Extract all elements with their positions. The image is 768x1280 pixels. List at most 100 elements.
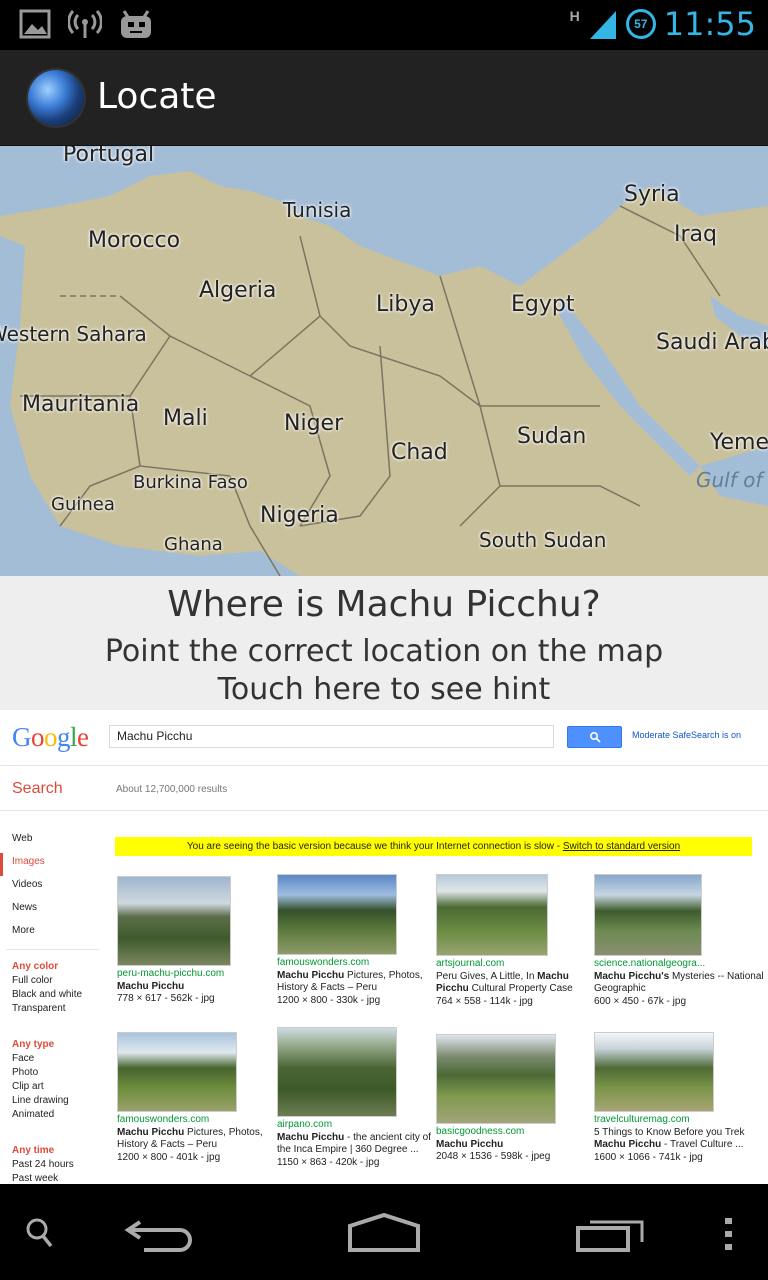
map[interactable]: Portugal Tunisia Syria Morocco Iraq Alge… — [0, 146, 768, 576]
nav-images[interactable]: Images — [0, 853, 105, 876]
map-geography — [0, 146, 768, 576]
result-domain[interactable]: peru-machu-picchu.com — [117, 968, 277, 981]
map-label-niger: Niger — [284, 411, 344, 436]
time-filter-title[interactable]: Any time — [0, 1144, 105, 1158]
android-debug-icon — [121, 10, 151, 38]
hint-button[interactable]: Touch here to see hint — [0, 672, 768, 707]
result-thumbnail[interactable] — [117, 1032, 237, 1112]
result-domain[interactable]: basicgoodness.com — [436, 1126, 596, 1139]
app-title: Locate — [97, 76, 217, 117]
result-title-bold: Machu Picchu's — [594, 970, 670, 982]
nav-more[interactable]: More — [0, 922, 105, 945]
type-filter: Any type Face Photo Clip art Line drawin… — [0, 1038, 105, 1122]
result-domain[interactable]: travelculturemag.com — [594, 1114, 764, 1127]
signal-icon — [589, 11, 616, 39]
result-meta: 1200 × 800 - 330k - jpg — [277, 994, 381, 1006]
result-meta: 778 × 617 - 562k - jpg — [117, 993, 215, 1004]
result-meta: 1600 × 1066 - 741k - jpg — [594, 1151, 703, 1163]
sidebar-divider — [6, 949, 99, 950]
standard-version-link[interactable]: Switch to standard version — [563, 841, 680, 852]
search-button[interactable] — [567, 726, 622, 748]
type-filter-item[interactable]: Clip art — [0, 1080, 105, 1094]
back-icon[interactable] — [124, 1216, 196, 1252]
type-filter-title[interactable]: Any type — [0, 1038, 105, 1052]
result-thumbnail[interactable] — [594, 1032, 714, 1112]
time-filter-item[interactable]: Past 24 hours — [0, 1158, 105, 1172]
menu-icon[interactable] — [722, 1216, 736, 1252]
result-title-bold: Machu Picchu — [117, 980, 185, 992]
image-result[interactable]: airpano.com Machu Picchu - the ancient c… — [277, 1027, 437, 1169]
result-thumbnail[interactable] — [436, 1034, 556, 1124]
image-result[interactable]: peru-machu-picchu.com Machu Picchu 778 ×… — [117, 876, 277, 1006]
map-label-gulf-of-aden: Gulf of A — [696, 468, 768, 492]
nav-web[interactable]: Web — [0, 830, 105, 853]
type-filter-item[interactable]: Photo — [0, 1066, 105, 1080]
result-thumbnail[interactable] — [277, 874, 397, 955]
google-sidebar: Web Images Videos News More Any color Fu… — [0, 830, 105, 1184]
map-label-tunisia: Tunisia — [283, 198, 352, 222]
color-filter: Any color Full color Black and white Tra… — [0, 960, 105, 1016]
notice-text: You are seeing the basic version because… — [186, 841, 563, 852]
map-label-egypt: Egypt — [511, 292, 575, 317]
nav-videos[interactable]: Videos — [0, 876, 105, 899]
color-filter-item[interactable]: Full color — [0, 974, 105, 988]
map-label-saudi-arabia: Saudi Arabi — [656, 330, 768, 355]
result-domain[interactable]: artsjournal.com — [436, 958, 596, 971]
search-icon[interactable] — [24, 1216, 58, 1252]
color-filter-title[interactable]: Any color — [0, 960, 105, 974]
network-type: H — [569, 8, 580, 24]
result-title-bold: Machu Picchu — [117, 1126, 185, 1138]
question-title: Where is Machu Picchu? — [167, 584, 601, 625]
map-label-mali: Mali — [163, 406, 208, 431]
image-result[interactable]: travelculturemag.com 5 Things to Know Be… — [594, 1032, 764, 1164]
map-label-nigeria: Nigeria — [260, 503, 339, 528]
result-title-bold: Machu Picchu — [436, 1138, 504, 1150]
result-meta: 2048 × 1536 - 598k - jpeg — [436, 1151, 551, 1162]
home-icon[interactable] — [345, 1212, 423, 1254]
result-title-bold: Machu Picchu — [594, 1139, 662, 1150]
map-label-yemen: Yeme — [710, 430, 768, 455]
type-filter-item[interactable]: Line drawing — [0, 1094, 105, 1108]
map-label-sudan: Sudan — [517, 424, 587, 449]
map-label-portugal: Portugal — [63, 146, 155, 167]
time-filter-item[interactable]: Past week — [0, 1172, 105, 1184]
search-tab[interactable]: Search — [12, 780, 63, 798]
safesearch-link[interactable]: Moderate SafeSearch is on — [632, 730, 741, 740]
result-thumbnail[interactable] — [594, 874, 702, 956]
search-input[interactable]: Machu Picchu — [109, 725, 554, 748]
map-label-libya: Libya — [376, 292, 435, 317]
wireless-icon — [68, 9, 102, 38]
map-label-morocco: Morocco — [88, 228, 181, 253]
map-label-algeria: Algeria — [199, 278, 277, 303]
result-domain[interactable]: airpano.com — [277, 1119, 437, 1132]
map-label-mauritania: Mauritania — [22, 392, 140, 417]
color-filter-item[interactable]: Black and white — [0, 988, 105, 1002]
hint-image-results: Google Machu Picchu Moderate SafeSearch … — [0, 710, 768, 1184]
result-count: About 12,700,000 results — [116, 784, 228, 795]
navigation-bar — [0, 1184, 768, 1280]
result-title-text: 5 Things to Know Before you Trek — [594, 1126, 745, 1138]
result-domain[interactable]: famouswonders.com — [277, 957, 437, 970]
question-panel[interactable]: Where is Machu Picchu? Point the correct… — [0, 576, 768, 710]
image-result[interactable]: artsjournal.com Peru Gives, A Little, In… — [436, 874, 596, 1008]
type-filter-item[interactable]: Animated — [0, 1108, 105, 1122]
image-result[interactable]: basicgoodness.com Machu Picchu 2048 × 15… — [436, 1034, 596, 1164]
type-filter-item[interactable]: Face — [0, 1052, 105, 1066]
action-bar: Locate — [0, 50, 768, 146]
recent-apps-icon[interactable] — [574, 1214, 646, 1254]
search-icon — [589, 731, 601, 743]
image-result[interactable]: science.nationalgeogra... Machu Picchu's… — [594, 874, 764, 1008]
status-bar: H 57 11:55 — [0, 0, 768, 50]
image-result[interactable]: famouswonders.com Machu Picchu Pictures,… — [277, 874, 437, 1007]
image-result[interactable]: famouswonders.com Machu Picchu Pictures,… — [117, 1032, 277, 1164]
color-filter-item[interactable]: Transparent — [0, 1002, 105, 1016]
result-thumbnail[interactable] — [117, 876, 231, 966]
result-meta: 600 × 450 - 67k - jpg — [594, 995, 687, 1007]
result-domain[interactable]: famouswonders.com — [117, 1114, 277, 1127]
globe-icon[interactable] — [28, 70, 84, 126]
result-thumbnail[interactable] — [436, 874, 548, 956]
google-logo[interactable]: Google — [12, 722, 89, 753]
result-domain[interactable]: science.nationalgeogra... — [594, 958, 764, 971]
result-thumbnail[interactable] — [277, 1027, 397, 1117]
nav-news[interactable]: News — [0, 899, 105, 922]
